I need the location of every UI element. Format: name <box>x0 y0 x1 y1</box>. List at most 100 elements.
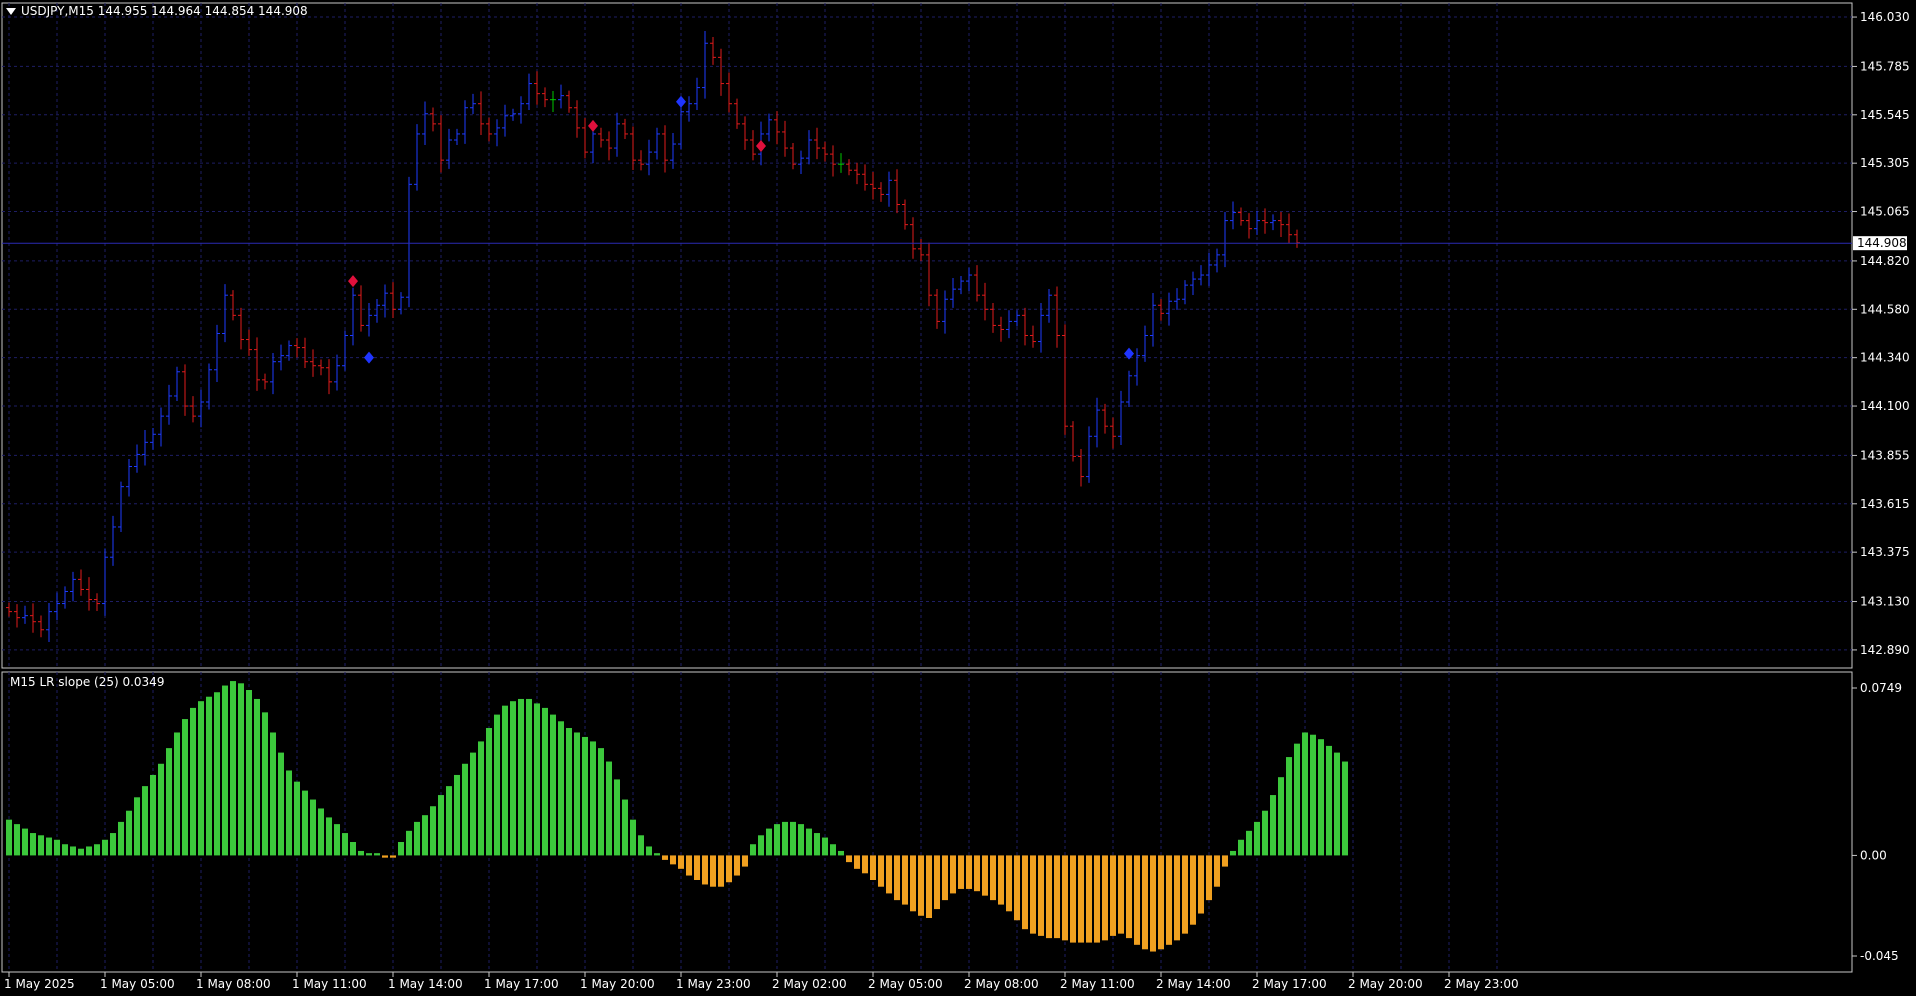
slope-histogram-bar <box>630 819 636 856</box>
slope-histogram-bar <box>230 681 236 856</box>
slope-histogram-bar <box>814 833 820 856</box>
slope-histogram-bar <box>918 855 924 916</box>
slope-histogram-bar <box>1046 855 1052 939</box>
slope-histogram-bar <box>1166 855 1172 945</box>
x-tick-label: 1 May 20:00 <box>580 977 655 991</box>
slope-histogram-bar <box>134 797 140 856</box>
slope-histogram-bar <box>110 833 116 856</box>
slope-histogram-bar <box>902 855 908 905</box>
slope-histogram-bar <box>1270 795 1276 856</box>
slope-histogram-bar <box>974 855 980 892</box>
x-tick-label: 2 May 17:00 <box>1252 977 1327 991</box>
indicator-title: M15 LR slope (25) 0.0349 <box>10 675 165 689</box>
slope-histogram-bar <box>374 853 380 856</box>
slope-histogram-bar <box>166 748 172 856</box>
slope-histogram-bar <box>990 855 996 901</box>
slope-histogram-bar <box>270 732 276 856</box>
x-tick-label: 1 May 14:00 <box>388 977 463 991</box>
slope-histogram-bar <box>174 732 180 856</box>
slope-histogram-bar <box>222 685 228 856</box>
slope-histogram-bar <box>654 853 660 856</box>
slope-histogram-bar <box>822 837 828 856</box>
x-tick-label: 2 May 02:00 <box>772 977 847 991</box>
slope-histogram-bar <box>150 774 156 856</box>
slope-histogram-bar <box>694 855 700 881</box>
slope-histogram-bar <box>54 839 60 856</box>
slope-histogram-bar <box>534 703 540 856</box>
slope-histogram-bar <box>646 846 652 856</box>
slope-histogram-bar <box>126 810 132 856</box>
slope-histogram-bar <box>1054 855 1060 939</box>
slope-histogram-bar <box>558 721 564 856</box>
slope-histogram-bar <box>1142 855 1148 950</box>
x-tick-label: 1 May 2025 <box>4 977 75 991</box>
slope-histogram-bar <box>862 855 868 874</box>
main-chart-frame <box>1 2 1853 669</box>
slope-histogram-bar <box>950 855 956 894</box>
slope-histogram-bar <box>1094 855 1100 943</box>
slope-histogram-bar <box>750 844 756 856</box>
x-tick-label: 2 May 23:00 <box>1444 977 1519 991</box>
slope-histogram-bar <box>1158 855 1164 950</box>
dropdown-triangle-icon[interactable] <box>6 8 16 15</box>
slope-histogram-bar <box>254 698 260 856</box>
buy-signal-diamond-icon <box>676 95 686 108</box>
slope-histogram-bar <box>302 790 308 856</box>
sell-signal-diamond-icon <box>348 275 358 288</box>
trading-chart[interactable]: 146.030 145.785 145.545 145.305 145.065 144.8… <box>0 0 1916 996</box>
slope-histogram-bar <box>502 705 508 856</box>
slope-histogram-bar <box>1230 850 1236 856</box>
slope-histogram-bar <box>438 795 444 856</box>
slope-histogram-bar <box>550 714 556 856</box>
slope-histogram-bar <box>1110 855 1116 936</box>
slope-histogram-bar <box>790 821 796 856</box>
slope-histogram-bar <box>262 712 268 856</box>
slope-histogram-bar <box>1326 745 1332 856</box>
slope-histogram-bar <box>1150 855 1156 952</box>
slope-histogram-bar <box>582 736 588 856</box>
slope-histogram-bar <box>334 824 340 856</box>
slope-histogram-bar <box>518 698 524 856</box>
x-tick-label: 2 May 11:00 <box>1060 977 1135 991</box>
sell-signal-diamond-icon <box>756 140 766 153</box>
indicator-y-label: 0.0749 <box>1860 681 1902 695</box>
slope-histogram-bar <box>118 821 124 856</box>
sell-signal-diamond-icon <box>588 119 598 132</box>
slope-histogram-bar <box>22 828 28 856</box>
slope-histogram-bar <box>982 855 988 896</box>
y-tick-label: 145.545 <box>1860 108 1910 122</box>
slope-histogram-bar <box>86 846 92 856</box>
x-tick-label: 1 May 23:00 <box>676 977 751 991</box>
slope-histogram-bar <box>1286 757 1292 856</box>
slope-histogram-bar <box>614 779 620 856</box>
slope-histogram-bar <box>670 855 676 865</box>
slope-histogram-bar <box>294 781 300 856</box>
slope-histogram-bar <box>1254 821 1260 856</box>
slope-histogram-bar <box>1278 777 1284 856</box>
slope-histogram-bar <box>1006 855 1012 912</box>
y-tick-label: 143.375 <box>1860 545 1910 559</box>
slope-histogram-bar <box>1118 855 1124 934</box>
slope-histogram-bar <box>494 714 500 856</box>
slope-histogram-bar <box>430 806 436 856</box>
slope-histogram-bar <box>1134 855 1140 945</box>
slope-histogram-bar <box>190 707 196 856</box>
slope-histogram-bar <box>182 719 188 856</box>
slope-histogram-bar <box>390 855 396 858</box>
slope-histogram-bar <box>1302 732 1308 856</box>
slope-histogram-bar <box>486 728 492 856</box>
y-tick-label: 143.615 <box>1860 497 1910 511</box>
x-tick-label: 2 May 05:00 <box>868 977 943 991</box>
indicator-y-label: 0.00 <box>1860 848 1887 862</box>
y-tick-label: 145.785 <box>1860 59 1910 73</box>
slope-histogram-bar <box>6 819 12 856</box>
slope-histogram-bar <box>662 855 668 860</box>
y-tick-label: 144.820 <box>1860 254 1910 268</box>
slope-histogram-bar <box>206 696 212 856</box>
slope-histogram-bar <box>758 835 764 856</box>
slope-histogram-bar <box>446 786 452 856</box>
slope-histogram-bar <box>638 835 644 856</box>
slope-histogram-bar <box>566 728 572 856</box>
slope-histogram-bar <box>830 844 836 856</box>
y-tick-label: 143.855 <box>1860 448 1910 462</box>
